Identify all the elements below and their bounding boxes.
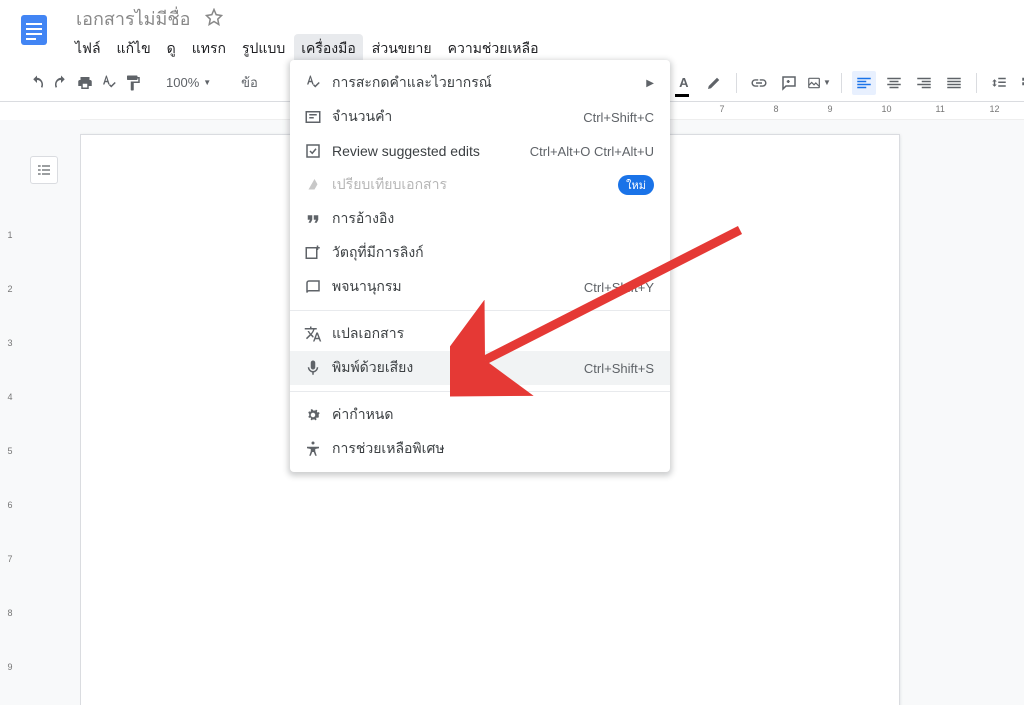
ruler-tick: 7 bbox=[720, 104, 721, 114]
menu-item-translate[interactable]: แปลเอกสาร bbox=[290, 317, 670, 351]
menu-item-label: การช่วยเหลือพิเศษ bbox=[332, 438, 654, 460]
ruler-tick: 5 bbox=[0, 446, 20, 500]
menu-item-label: การสะกดคำและไวยากรณ์ bbox=[332, 72, 646, 94]
ruler-tick: 9 bbox=[0, 662, 20, 705]
insert-link-button[interactable] bbox=[747, 71, 771, 95]
zoom-value: 100% bbox=[166, 75, 199, 90]
outline-toggle-button[interactable] bbox=[30, 156, 58, 184]
wordcount-icon bbox=[304, 108, 332, 126]
ruler-tick: 11 bbox=[936, 104, 937, 114]
ruler-tick: 8 bbox=[774, 104, 775, 114]
docs-logo[interactable] bbox=[14, 10, 54, 50]
insert-image-button[interactable]: ▼ bbox=[807, 71, 831, 95]
menu-item-label: การอ้างอิง bbox=[332, 208, 654, 230]
gear-icon bbox=[304, 406, 332, 424]
accessibility-icon bbox=[304, 440, 332, 458]
menu-item-spelling[interactable]: การสะกดคำและไวยากรณ์ ▶ bbox=[290, 66, 670, 100]
checklist-button[interactable] bbox=[1017, 71, 1024, 95]
menu-item-voice-typing[interactable]: พิมพ์ด้วยเสียง Ctrl+Shift+S bbox=[290, 351, 670, 385]
menu-item-accessibility[interactable]: การช่วยเหลือพิเศษ bbox=[290, 432, 670, 466]
align-justify-button[interactable] bbox=[942, 71, 966, 95]
menu-item-shortcut: Ctrl+Shift+S bbox=[584, 361, 654, 376]
ruler-tick: 2 bbox=[0, 284, 20, 338]
menu-file[interactable]: ไฟล์ bbox=[68, 34, 108, 64]
translate-icon bbox=[304, 325, 332, 343]
menu-item-compare: เปรียบเทียบเอกสาร ใหม่ bbox=[290, 168, 670, 202]
ruler-tick: 3 bbox=[0, 338, 20, 392]
submenu-arrow-icon: ▶ bbox=[646, 78, 654, 89]
document-title-input[interactable]: เอกสารไม่มีชื่อ bbox=[76, 8, 190, 30]
menu-item-shortcut: Ctrl+Alt+O Ctrl+Alt+U bbox=[530, 144, 654, 159]
ruler-tick: 6 bbox=[0, 500, 20, 554]
new-badge: ใหม่ bbox=[618, 175, 654, 195]
align-center-button[interactable] bbox=[882, 71, 906, 95]
menu-item-dictionary[interactable]: พจนานุกรม Ctrl+Shift+Y bbox=[290, 270, 670, 304]
menu-format[interactable]: รูปแบบ bbox=[235, 34, 292, 64]
vertical-ruler[interactable]: 1 2 3 4 5 6 7 8 9 10 11 bbox=[0, 230, 20, 705]
menu-item-label: พิมพ์ด้วยเสียง bbox=[332, 357, 584, 379]
ruler-tick: 10 bbox=[882, 104, 883, 114]
line-spacing-button[interactable] bbox=[987, 71, 1011, 95]
tools-menu: การสะกดคำและไวยากรณ์ ▶ จำนวนคำ Ctrl+Shif… bbox=[290, 60, 670, 472]
style-select[interactable]: ข้อ bbox=[235, 71, 264, 95]
menu-insert[interactable]: แทรก bbox=[185, 34, 233, 64]
ruler-tick: 4 bbox=[0, 392, 20, 446]
menu-item-preferences[interactable]: ค่ากำหนด bbox=[290, 398, 670, 432]
separator bbox=[976, 73, 977, 93]
star-icon[interactable] bbox=[205, 8, 223, 31]
menu-item-label: วัตถุที่มีการลิงก์ bbox=[332, 242, 654, 264]
align-left-button[interactable] bbox=[852, 71, 876, 95]
menu-item-label: แปลเอกสาร bbox=[332, 323, 654, 345]
highlight-color-button[interactable] bbox=[702, 71, 726, 95]
menu-item-shortcut: Ctrl+Shift+C bbox=[583, 110, 654, 125]
menu-item-label: Review suggested edits bbox=[332, 143, 530, 159]
menu-item-shortcut: Ctrl+Shift+Y bbox=[584, 280, 654, 295]
ruler-tick: 8 bbox=[0, 608, 20, 662]
linked-objects-icon bbox=[304, 244, 332, 262]
paint-format-button[interactable] bbox=[124, 71, 142, 95]
separator bbox=[841, 73, 842, 93]
insert-comment-button[interactable] bbox=[777, 71, 801, 95]
menu-edit[interactable]: แก้ไข bbox=[110, 34, 158, 64]
style-value: ข้อ bbox=[241, 72, 258, 93]
menu-item-label: เปรียบเทียบเอกสาร bbox=[332, 174, 618, 196]
undo-button[interactable] bbox=[28, 71, 46, 95]
text-color-button[interactable]: A bbox=[672, 71, 696, 95]
ruler-tick: 9 bbox=[828, 104, 829, 114]
quote-icon bbox=[304, 210, 332, 228]
spellcheck-button[interactable] bbox=[100, 71, 118, 95]
ruler-tick: 12 bbox=[990, 104, 991, 114]
review-icon bbox=[304, 142, 332, 160]
menu-divider bbox=[290, 310, 670, 311]
dictionary-icon bbox=[304, 278, 332, 296]
menu-view[interactable]: ดู bbox=[160, 34, 183, 64]
menu-item-label: พจนานุกรม bbox=[332, 276, 584, 298]
left-gutter: 1 2 3 4 5 6 7 8 9 10 11 bbox=[0, 120, 80, 705]
dropdown-icon: ▼ bbox=[203, 78, 211, 87]
redo-button[interactable] bbox=[52, 71, 70, 95]
dropdown-icon: ▼ bbox=[823, 78, 831, 87]
menu-divider bbox=[290, 391, 670, 392]
align-right-button[interactable] bbox=[912, 71, 936, 95]
menu-item-label: จำนวนคำ bbox=[332, 106, 583, 128]
ruler-tick: 7 bbox=[0, 554, 20, 608]
menu-item-label: ค่ากำหนด bbox=[332, 404, 654, 426]
menu-item-citations[interactable]: การอ้างอิง bbox=[290, 202, 670, 236]
menu-item-wordcount[interactable]: จำนวนคำ Ctrl+Shift+C bbox=[290, 100, 670, 134]
menu-item-linked-objects[interactable]: วัตถุที่มีการลิงก์ bbox=[290, 236, 670, 270]
ruler-tick: 1 bbox=[0, 230, 20, 284]
compare-icon bbox=[304, 176, 332, 194]
print-button[interactable] bbox=[76, 71, 94, 95]
separator bbox=[736, 73, 737, 93]
menu-item-review-suggested[interactable]: Review suggested edits Ctrl+Alt+O Ctrl+A… bbox=[290, 134, 670, 168]
zoom-select[interactable]: 100% ▼ bbox=[162, 75, 215, 90]
text-color-underline bbox=[675, 94, 689, 97]
spellcheck-icon bbox=[304, 74, 332, 92]
mic-icon bbox=[304, 359, 332, 377]
